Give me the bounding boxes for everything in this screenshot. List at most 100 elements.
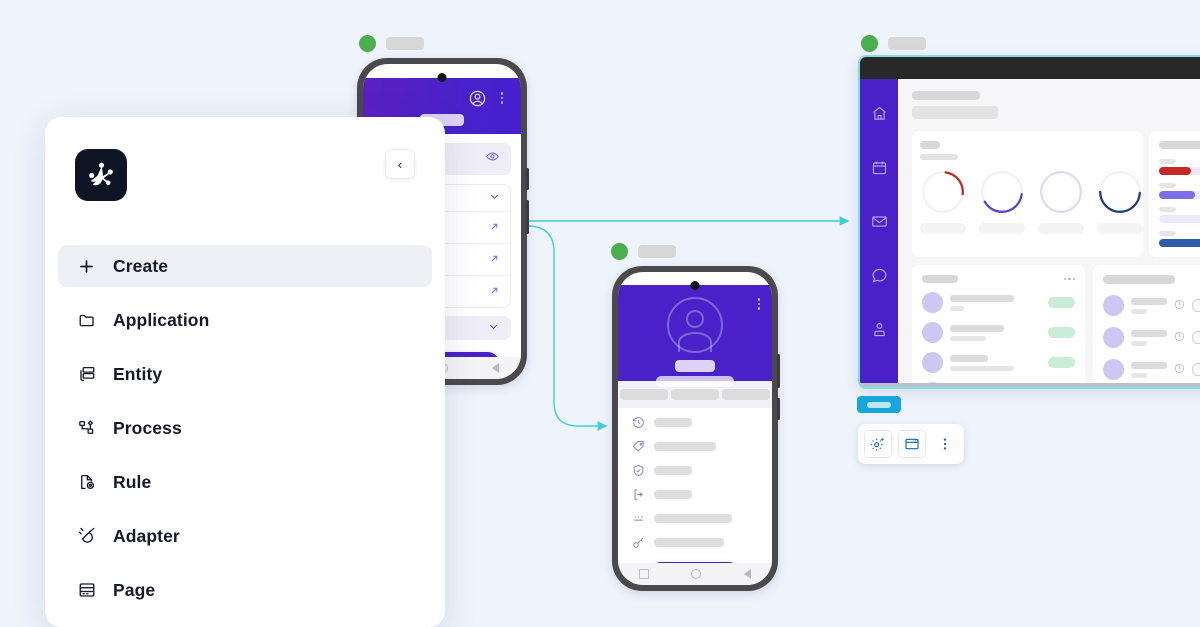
table-row[interactable] <box>922 352 1075 373</box>
nav-circle-icon[interactable] <box>691 569 702 579</box>
nav-back-icon[interactable] <box>492 363 500 373</box>
user-avatar-icon <box>468 89 487 113</box>
table-row[interactable] <box>922 382 1075 383</box>
nav-back-icon[interactable] <box>743 569 751 579</box>
list-item[interactable] <box>618 464 772 477</box>
desktop-dashboard-preview[interactable] <box>858 55 1200 389</box>
row-sub-placeholder <box>1131 340 1147 346</box>
list-item-label-placeholder <box>654 418 692 427</box>
row-title-placeholder <box>950 294 1014 302</box>
card-subtitle-placeholder <box>920 154 958 160</box>
sidebar-item-page[interactable]: Page <box>58 569 432 611</box>
tab-placeholder[interactable] <box>619 389 668 400</box>
donut-metrics-card[interactable] <box>912 131 1143 257</box>
sidebar-item-label: Entity <box>113 363 163 384</box>
arrow-up-right-icon[interactable] <box>489 283 500 301</box>
progress-label-placeholder <box>1159 183 1176 188</box>
tab-placeholder[interactable] <box>722 389 771 400</box>
profile-subtitle-placeholder <box>656 376 734 387</box>
preview-window-button[interactable] <box>898 430 926 458</box>
badge-label-placeholder <box>867 401 891 408</box>
main-sidebar-panel: ‹ Create Application Entity Process Rule… <box>45 117 445 627</box>
sidebar-item-label: Process <box>113 417 182 438</box>
sidebar-item-label: Rule <box>113 471 152 492</box>
progress-list <box>1159 159 1200 247</box>
row-title-placeholder <box>950 324 1004 332</box>
progress-track <box>1159 239 1200 247</box>
progress-track <box>1159 215 1200 223</box>
home-icon[interactable] <box>871 105 888 127</box>
sidebar-item-adapter[interactable]: Adapter <box>58 515 432 557</box>
chevron-down-icon[interactable] <box>489 189 500 207</box>
nav-square-icon[interactable] <box>639 569 650 579</box>
task-list-card[interactable] <box>912 265 1085 383</box>
row-sub-placeholder <box>1131 372 1147 378</box>
list-item[interactable] <box>618 536 772 549</box>
donut-row <box>920 169 1143 215</box>
table-row[interactable] <box>1103 359 1200 380</box>
frog-footprint-icon <box>88 162 113 185</box>
progress-metrics-card[interactable] <box>1149 131 1200 257</box>
camera-notch-icon <box>437 73 447 82</box>
arrow-up-right-icon[interactable] <box>489 219 500 237</box>
status-dot-icon <box>611 243 628 260</box>
kebab-menu-icon[interactable] <box>500 92 503 104</box>
list-item[interactable] <box>618 440 772 453</box>
node-header-phone-profile <box>611 243 676 260</box>
collapse-sidebar-button[interactable]: ‹ <box>385 149 415 179</box>
card-title-placeholder <box>1103 275 1175 284</box>
list-item-label-placeholder <box>654 538 724 547</box>
node-type-badge[interactable] <box>857 396 901 413</box>
lists-row <box>912 265 1200 383</box>
user-avatar-icon <box>667 297 723 353</box>
sidebar-item-entity[interactable]: Entity <box>58 353 432 395</box>
clock-icon <box>1174 297 1185 315</box>
metrics-row <box>912 131 1200 257</box>
ellipsis-horizontal-icon[interactable] <box>1063 277 1075 281</box>
settings-magic-button[interactable] <box>864 430 892 458</box>
progress-item <box>1159 207 1200 223</box>
row-title-placeholder <box>1131 297 1167 305</box>
profile-hero <box>618 285 772 387</box>
phone-profile-preview[interactable] <box>612 266 780 591</box>
metric-label-placeholder <box>1038 223 1084 234</box>
phone-volume-button <box>526 168 529 190</box>
table-row[interactable] <box>1103 327 1200 348</box>
status-dot-icon <box>861 35 878 52</box>
tab-placeholder[interactable] <box>670 389 719 400</box>
adapter-icon <box>77 527 96 546</box>
schedule-card[interactable] <box>1093 265 1200 383</box>
list-item[interactable] <box>618 416 772 429</box>
progress-item <box>1159 231 1200 247</box>
table-row[interactable] <box>922 292 1075 313</box>
clock-icon <box>1174 361 1185 379</box>
sidebar-item-application[interactable]: Application <box>58 299 432 341</box>
kebab-menu-icon[interactable] <box>757 298 760 310</box>
row-sub-placeholder <box>950 305 964 311</box>
frog-footprint-logo[interactable] <box>75 149 127 201</box>
sidebar-item-rule[interactable]: Rule <box>58 461 432 503</box>
arrow-up-right-icon[interactable] <box>489 251 500 269</box>
list-item[interactable] <box>618 488 772 501</box>
key-icon <box>632 536 645 549</box>
sidebar-item-process[interactable]: Process <box>58 407 432 449</box>
rule-icon <box>77 473 96 492</box>
eye-icon[interactable] <box>486 150 499 168</box>
avatar <box>1103 327 1124 348</box>
card-title-placeholder <box>920 141 940 149</box>
node-toolbar[interactable] <box>858 424 964 464</box>
calendar-icon[interactable] <box>871 159 888 181</box>
list-item[interactable] <box>618 512 772 525</box>
chat-icon[interactable] <box>871 267 888 289</box>
donut-labels <box>920 223 1143 234</box>
table-row[interactable] <box>922 322 1075 343</box>
mail-icon[interactable] <box>871 213 888 235</box>
chevron-down-icon[interactable] <box>488 319 499 337</box>
status-badge <box>1048 357 1075 368</box>
user-icon[interactable] <box>871 321 888 343</box>
sidebar-item-create[interactable]: Create <box>58 245 432 287</box>
table-row[interactable] <box>1103 295 1200 316</box>
node-header-desktop <box>861 35 926 52</box>
more-options-button[interactable] <box>932 431 958 457</box>
entity-icon <box>77 365 96 384</box>
